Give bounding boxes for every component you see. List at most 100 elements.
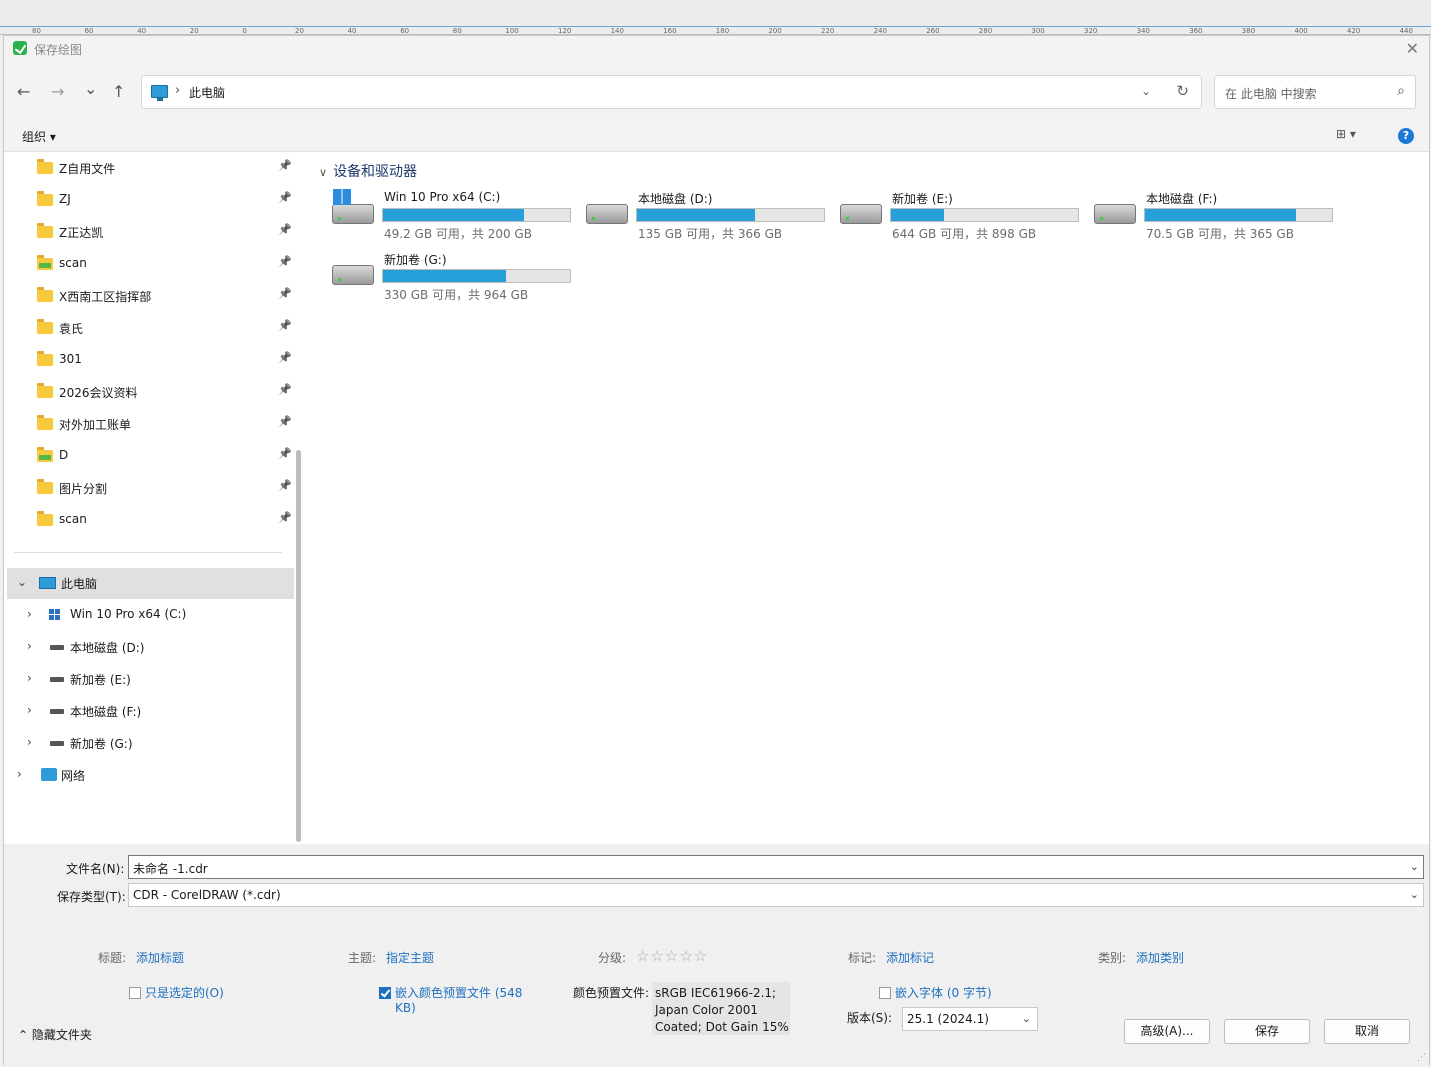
pin-icon[interactable]: 📌 xyxy=(278,319,292,332)
help-icon[interactable]: ? xyxy=(1398,128,1414,144)
search-box[interactable]: 在 此电脑 中搜索 ⌕ xyxy=(1214,75,1416,109)
tree-item-drive[interactable]: › 本地磁盘 (D:) xyxy=(7,632,294,663)
quick-access-item[interactable]: D 📌 xyxy=(4,441,294,471)
chevron-down-icon[interactable]: ⌄ xyxy=(17,575,27,589)
only-selected-checkbox[interactable] xyxy=(129,987,141,999)
tree-item-drive[interactable]: › 本地磁盘 (F:) xyxy=(7,696,294,727)
tree-item-this-pc[interactable]: ⌄ 此电脑 xyxy=(7,568,294,599)
save-button[interactable]: 保存 xyxy=(1224,1019,1310,1044)
quick-access-item[interactable]: 袁氏 📌 xyxy=(4,313,294,343)
forward-arrow-icon[interactable]: → xyxy=(51,82,64,101)
ruler-tick-label: 440 xyxy=(1399,27,1413,35)
filename-input[interactable]: 未命名 -1.cdr ⌄ xyxy=(128,855,1424,879)
drive-name: 新加卷 (G:) xyxy=(384,253,447,267)
subject-link[interactable]: 指定主题 xyxy=(386,949,434,966)
drive-tile[interactable]: Win 10 Pro x64 (C:) 49.2 GB 可用，共 200 GB xyxy=(332,189,582,246)
chevron-right-icon[interactable]: › xyxy=(27,671,32,685)
address-dropdown-chevron-icon[interactable]: ⌄ xyxy=(1141,84,1151,98)
tree-label-network: 网络 xyxy=(61,769,86,783)
pin-icon[interactable]: 📌 xyxy=(278,447,292,460)
advanced-button[interactable]: 高级(A)... xyxy=(1124,1019,1210,1044)
version-select[interactable]: 25.1 (2024.1) ⌄ xyxy=(902,1007,1038,1031)
chevron-down-icon[interactable]: ∨ xyxy=(319,166,327,179)
save-type-select[interactable]: CDR - CorelDRAW (*.cdr) ⌄ xyxy=(128,883,1424,907)
add-category-link[interactable]: 添加类别 xyxy=(1136,949,1184,966)
drive-name: 新加卷 (E:) xyxy=(892,192,953,206)
quick-access-item[interactable]: X西南工区指挥部 📌 xyxy=(4,281,294,311)
pin-icon[interactable]: 📌 xyxy=(278,479,292,492)
pin-icon[interactable]: 📌 xyxy=(278,415,292,428)
pin-icon[interactable]: 📌 xyxy=(278,191,292,204)
add-title-link[interactable]: 添加标题 xyxy=(136,949,184,966)
drive-tile[interactable]: 新加卷 (G:) 330 GB 可用，共 964 GB xyxy=(332,251,582,307)
address-bar[interactable]: › 此电脑 ⌄ ↻ xyxy=(141,75,1202,109)
quick-access-item[interactable]: 301 📌 xyxy=(4,345,294,375)
quick-access-item[interactable]: 对外加工账单 📌 xyxy=(4,409,294,439)
tree-label-drive: 新加卷 (E:) xyxy=(70,673,131,687)
quick-access-item[interactable]: scan 📌 xyxy=(4,505,294,535)
organize-menu-button[interactable]: 组织 ▾ xyxy=(22,128,56,145)
rating-stars[interactable]: ☆☆☆☆☆ xyxy=(636,947,708,965)
chevron-right-icon[interactable]: › xyxy=(27,639,32,653)
chevron-down-icon[interactable]: ⌄ xyxy=(1410,860,1419,873)
hide-folders-toggle[interactable]: ⌃ 隐藏文件夹 xyxy=(18,1026,92,1043)
embed-fonts-label[interactable]: 嵌入字体 (0 字节) xyxy=(895,984,992,1001)
pin-icon[interactable]: 📌 xyxy=(278,287,292,300)
recent-locations-chevron-icon[interactable]: ⌄ xyxy=(84,79,97,98)
hide-folders-label: 隐藏文件夹 xyxy=(31,1028,92,1042)
embed-color-profile-checkbox[interactable] xyxy=(379,987,391,999)
pin-icon[interactable]: 📌 xyxy=(278,351,292,364)
pin-icon[interactable]: 📌 xyxy=(278,223,292,236)
quick-access-item[interactable]: Z正达凯 📌 xyxy=(4,217,294,247)
up-arrow-icon[interactable]: ↑ xyxy=(112,82,125,101)
quick-access-item[interactable]: scan 📌 xyxy=(4,249,294,279)
pin-icon[interactable]: 📌 xyxy=(278,159,292,172)
quick-access-label: ZJ xyxy=(59,192,71,206)
embed-fonts-checkbox[interactable] xyxy=(879,987,891,999)
save-options-panel: 文件名(N): 未命名 -1.cdr ⌄ 保存类型(T): CDR - Core… xyxy=(4,844,1429,1066)
window-title: 保存绘图 xyxy=(34,43,83,57)
only-selected-label[interactable]: 只是选定的(O) xyxy=(145,984,224,1001)
close-icon[interactable]: ✕ xyxy=(1406,39,1419,58)
view-options-icon[interactable]: ⊞ ▾ xyxy=(1336,127,1356,141)
tree-label-drive: 新加卷 (G:) xyxy=(70,737,133,751)
quick-access-label: Z正达凯 xyxy=(59,226,104,240)
pin-icon[interactable]: 📌 xyxy=(278,511,292,524)
embed-color-profile-label-line1[interactable]: 嵌入颜色预置文件 (548 xyxy=(395,984,522,1001)
drive-tile[interactable]: 本地磁盘 (D:) 135 GB 可用，共 366 GB xyxy=(586,190,836,246)
tree-item-drive[interactable]: › 新加卷 (G:) xyxy=(7,728,294,759)
color-profile-line: Coated; Dot Gain 15% xyxy=(655,1020,789,1034)
rating-label: 分级: xyxy=(598,951,627,965)
drive-tile[interactable]: 本地磁盘 (F:) 70.5 GB 可用，共 365 GB xyxy=(1094,190,1344,246)
chevron-right-icon[interactable]: › xyxy=(27,607,32,621)
refresh-icon[interactable]: ↻ xyxy=(1176,82,1189,100)
tree-item-drive[interactable]: › Win 10 Pro x64 (C:) xyxy=(7,600,294,631)
resize-grip-icon[interactable]: ⋰ xyxy=(1417,1053,1426,1063)
pin-icon[interactable]: 📌 xyxy=(278,255,292,268)
chevron-right-icon[interactable]: › xyxy=(17,767,22,781)
ruler-tick-label: 80 xyxy=(32,27,41,35)
embed-color-profile-label-line2[interactable]: KB) xyxy=(395,1001,416,1015)
breadcrumb-this-pc[interactable]: 此电脑 xyxy=(189,84,225,101)
navigation-scrollbar[interactable] xyxy=(296,450,301,842)
tree-item-network[interactable]: › 网络 xyxy=(7,760,294,791)
quick-access-item[interactable]: 2026会议资料 📌 xyxy=(4,377,294,407)
quick-access-item[interactable]: Z自用文件 📌 xyxy=(4,153,294,183)
chevron-down-icon[interactable]: ⌄ xyxy=(1410,888,1419,901)
chevron-right-icon[interactable]: › xyxy=(27,703,32,717)
drive-free-space: 135 GB 可用，共 366 GB xyxy=(638,227,783,241)
search-icon[interactable]: ⌕ xyxy=(1397,83,1405,99)
devices-group-header[interactable]: ∨ 设备和驱动器 xyxy=(319,161,417,181)
pin-icon[interactable]: 📌 xyxy=(278,383,292,396)
tree-label-drive: 本地磁盘 (F:) xyxy=(70,705,142,719)
drive-tile[interactable]: 新加卷 (E:) 644 GB 可用，共 898 GB xyxy=(840,190,1090,246)
chevron-down-icon[interactable]: ⌄ xyxy=(1022,1012,1031,1025)
chevron-right-icon[interactable]: › xyxy=(27,735,32,749)
tree-item-drive[interactable]: › 新加卷 (E:) xyxy=(7,664,294,695)
quick-access-item[interactable]: ZJ 📌 xyxy=(4,185,294,215)
back-arrow-icon[interactable]: ← xyxy=(17,82,30,101)
quick-access-item[interactable]: 图片分割 📌 xyxy=(4,473,294,503)
tree-label-drive: Win 10 Pro x64 (C:) xyxy=(70,607,187,621)
cancel-button[interactable]: 取消 xyxy=(1324,1019,1410,1044)
add-tags-link[interactable]: 添加标记 xyxy=(886,949,934,966)
